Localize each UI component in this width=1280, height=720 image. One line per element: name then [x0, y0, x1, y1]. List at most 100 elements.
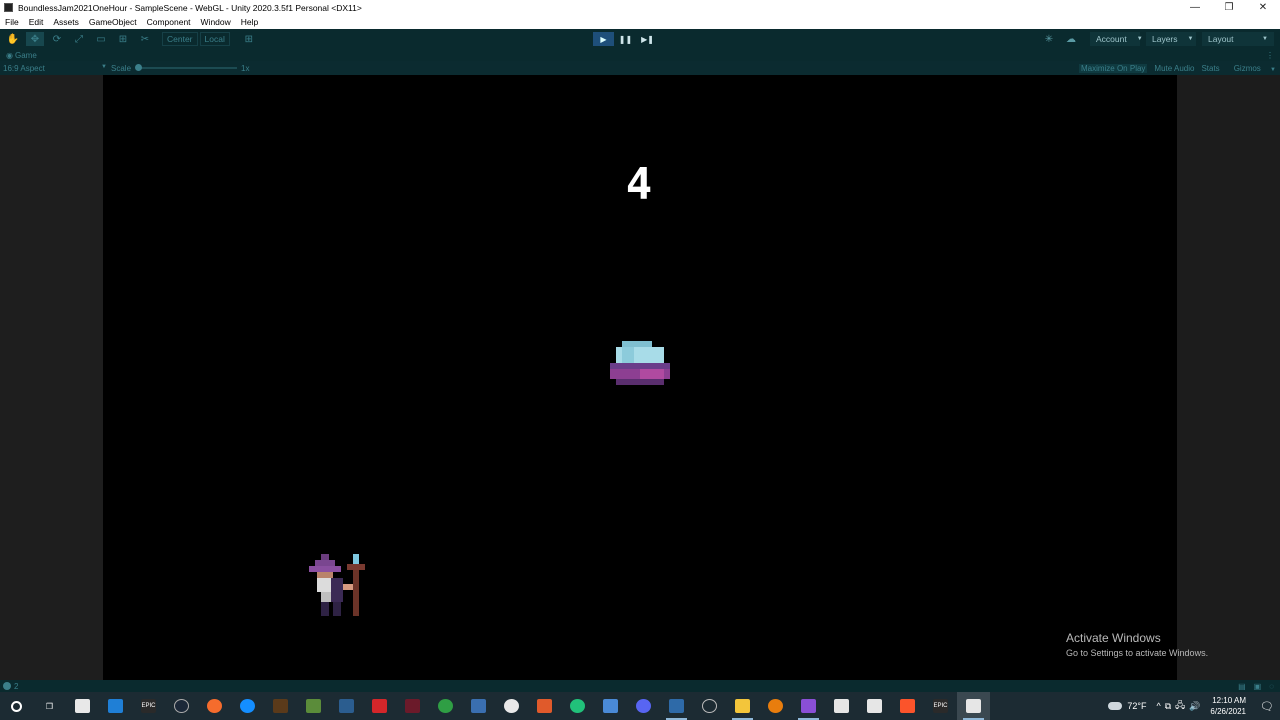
menu-component[interactable]: Component — [147, 17, 191, 27]
window-title: BoundlessJam2021OneHour - SampleScene - … — [18, 2, 362, 13]
minimize-button[interactable]: — — [1178, 0, 1212, 15]
app-maroon-icon[interactable] — [396, 692, 429, 720]
console-info-icon[interactable] — [3, 682, 11, 690]
twitch-icon[interactable] — [858, 692, 891, 720]
volume-icon[interactable]: 🔊 — [1189, 701, 1200, 712]
layout-label: Layout — [1208, 34, 1234, 44]
chevron-down-icon: ▼ — [101, 63, 107, 70]
steam-icon[interactable] — [165, 692, 198, 720]
package-icon[interactable]: ▣ — [1254, 682, 1262, 691]
game-canvas[interactable]: 4 — [103, 75, 1177, 680]
unity-hub-icon[interactable] — [825, 692, 858, 720]
progress-icon[interactable]: ▤ — [1238, 682, 1246, 691]
search-icon[interactable] — [0, 692, 33, 720]
window-controls: — ❐ ✕ — [1178, 0, 1280, 15]
app-settings-icon[interactable] — [660, 692, 693, 720]
blender-icon[interactable] — [759, 692, 792, 720]
brave-icon[interactable] — [891, 692, 924, 720]
unity-app-icon — [4, 3, 13, 12]
scale-label: Scale — [111, 63, 132, 73]
windows-taskbar: ❒ EPIC EPIC 72°F ^ ⧉ 🖧 🔊 12:10 AM 6/26/2… — [0, 692, 1280, 720]
stats-toggle[interactable]: Stats — [1201, 64, 1219, 73]
mail-icon[interactable] — [99, 692, 132, 720]
menu-edit[interactable]: Edit — [29, 17, 44, 27]
chevron-down-icon: ▼ — [1136, 36, 1143, 42]
app-brown-icon[interactable] — [264, 692, 297, 720]
unity-editor-icon[interactable] — [957, 692, 990, 720]
app-blue-icon[interactable] — [330, 692, 363, 720]
maximize-button[interactable]: ❐ — [1212, 0, 1246, 15]
store-icon[interactable] — [66, 692, 99, 720]
app-teal-icon[interactable] — [561, 692, 594, 720]
file-explorer-icon[interactable] — [726, 692, 759, 720]
pivot-center-button[interactable]: Center — [162, 32, 198, 46]
photos-icon[interactable] — [462, 692, 495, 720]
play-controls: ▶ ❚❚ ▶❚ — [593, 32, 659, 46]
clock-date: 6/26/2021 — [1210, 707, 1246, 716]
pivot-center-label: Center — [167, 34, 193, 44]
weather-widget[interactable]: 72°F — [1108, 701, 1146, 711]
scale-tool-icon[interactable]: ⤢ — [70, 32, 88, 46]
chevron-up-icon[interactable]: ^ — [1156, 701, 1160, 711]
menu-window[interactable]: Window — [201, 17, 231, 27]
chevron-down-icon: ▼ — [1187, 36, 1194, 42]
cloud-icon — [1108, 702, 1123, 710]
discord-icon[interactable] — [627, 692, 660, 720]
weather-temp: 72°F — [1127, 701, 1147, 711]
game-controller-icon: ◉ — [6, 50, 13, 60]
layers-dropdown[interactable]: Layers ▼ — [1146, 32, 1196, 46]
app-orange-icon[interactable] — [528, 692, 561, 720]
gizmos-dropdown[interactable]: Gizmos ▼ — [1227, 64, 1276, 73]
rotate-tool-icon[interactable]: ⟳ — [48, 32, 66, 46]
wizard-sprite — [309, 554, 365, 616]
clock[interactable]: 12:10 AM 6/26/2021 — [1210, 695, 1246, 717]
step-button[interactable]: ▶❚ — [637, 32, 658, 46]
visual-studio-icon[interactable] — [792, 692, 825, 720]
menu-file[interactable]: File — [5, 17, 19, 27]
pause-button[interactable]: ❚❚ — [615, 32, 636, 46]
refresh-icon[interactable]: ◌ — [1269, 682, 1274, 691]
origin-icon[interactable] — [198, 692, 231, 720]
layout-dropdown[interactable]: Layout ▼ — [1202, 32, 1274, 46]
app-circle-icon[interactable] — [693, 692, 726, 720]
app-red-icon[interactable] — [363, 692, 396, 720]
cloud-icon[interactable]: ☁ — [1062, 32, 1080, 46]
play-button[interactable]: ▶ — [593, 32, 614, 46]
console-count: 2 — [14, 681, 19, 691]
battlenet-icon[interactable] — [231, 692, 264, 720]
custom-tool-icon[interactable]: ✂ — [136, 32, 154, 46]
notification-icon[interactable]: 🗨 — [1254, 692, 1280, 720]
main-toolbar: ✋ ✥ ⟳ ⤢ ▭ ⊞ ✂ Center Local ⊞ ▶ ❚❚ ▶❚ ✳ ☁… — [0, 29, 1280, 49]
scale-slider-knob[interactable] — [135, 64, 143, 71]
close-button[interactable]: ✕ — [1246, 0, 1280, 15]
menu-gameobject[interactable]: GameObject — [89, 17, 137, 27]
scale-slider[interactable] — [135, 64, 238, 71]
clock-time: 12:10 AM — [1212, 696, 1246, 705]
menu-assets[interactable]: Assets — [53, 17, 79, 27]
epic-games-2-icon[interactable]: EPIC — [924, 692, 957, 720]
aspect-dropdown[interactable]: 16:9 Aspect ▼ — [3, 64, 107, 73]
app-paint-icon[interactable] — [594, 692, 627, 720]
menu-help[interactable]: Help — [241, 17, 258, 27]
move-tool-icon[interactable]: ✥ — [26, 32, 44, 46]
network-icon[interactable]: 🖧 — [1175, 698, 1185, 714]
app-green-icon[interactable] — [429, 692, 462, 720]
collab-icon[interactable]: ✳ — [1040, 32, 1058, 46]
pivot-local-button[interactable]: Local — [199, 32, 230, 46]
tablet-icon[interactable]: ⧉ — [1165, 701, 1171, 712]
task-view-icon[interactable]: ❒ — [33, 692, 66, 720]
maximize-on-play-toggle[interactable]: Maximize On Play — [1078, 63, 1148, 73]
xbox-icon[interactable] — [495, 692, 528, 720]
hand-tool-icon[interactable]: ✋ — [4, 32, 22, 46]
tab-game[interactable]: Game — [15, 51, 37, 60]
minecraft-icon[interactable] — [297, 692, 330, 720]
epic-games-icon[interactable]: EPIC — [132, 692, 165, 720]
mute-audio-toggle[interactable]: Mute Audio — [1154, 64, 1194, 73]
transform-tool-icon[interactable]: ⊞ — [114, 32, 132, 46]
grid-snap-icon[interactable]: ⊞ — [240, 32, 258, 46]
account-dropdown[interactable]: Account ▼ — [1090, 32, 1143, 46]
window-title-bar: BoundlessJam2021OneHour - SampleScene - … — [0, 0, 1280, 15]
rect-tool-icon[interactable]: ▭ — [92, 32, 110, 46]
account-label: Account — [1096, 34, 1127, 44]
tab-menu-icon[interactable]: ⋮ — [1266, 51, 1274, 60]
